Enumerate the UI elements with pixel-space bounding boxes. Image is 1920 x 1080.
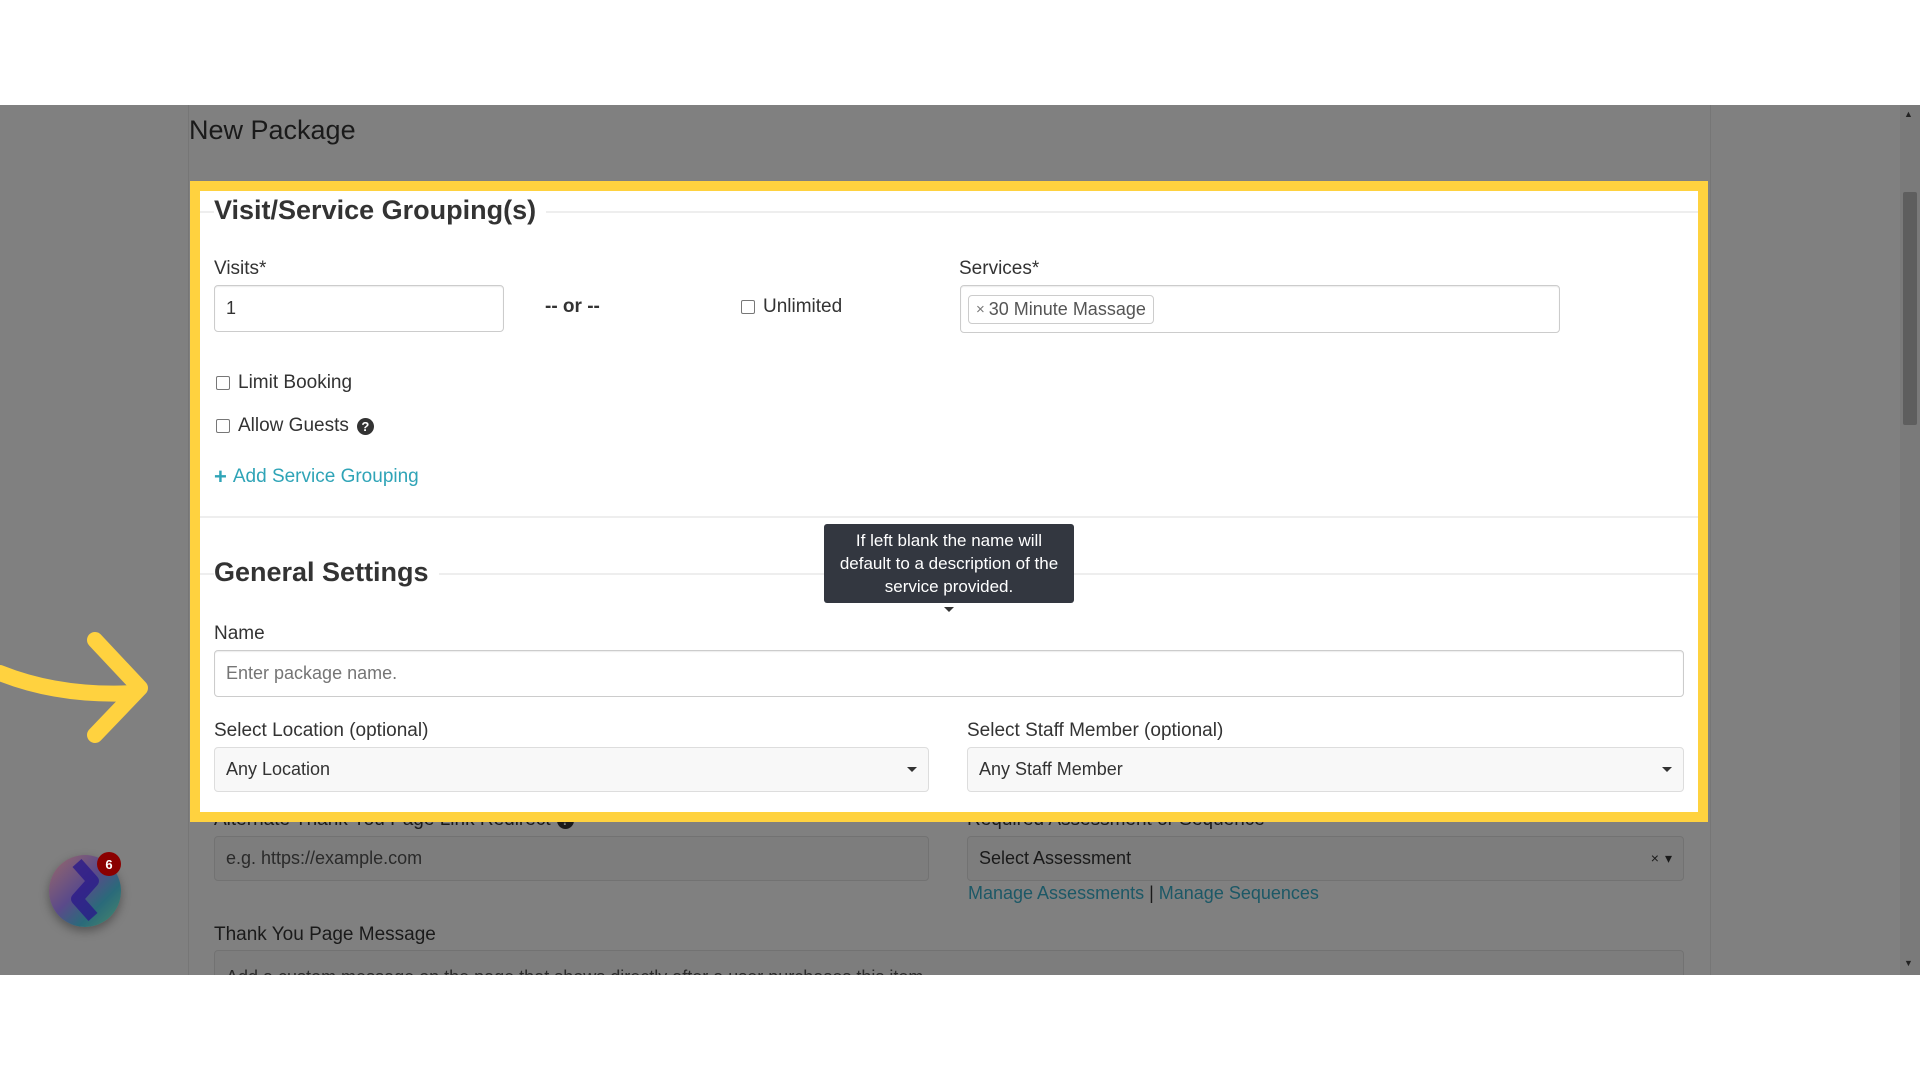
limit-booking-checkbox-row[interactable]: Limit Booking: [216, 372, 352, 394]
manage-sequences-link[interactable]: Manage Sequences: [1159, 883, 1319, 904]
staff-value: Any Staff Member: [979, 759, 1123, 779]
services-label: Services*: [959, 258, 1040, 279]
thank-you-label: Thank You Page Message: [214, 924, 436, 945]
redirect-url-input[interactable]: e.g. https://example.com: [214, 836, 929, 881]
unlimited-checkbox[interactable]: [741, 300, 755, 314]
chevron-down-icon: [907, 767, 917, 772]
thank-you-textarea[interactable]: Add a custom message on the page that sh…: [214, 950, 1684, 975]
add-service-grouping-label: Add Service Grouping: [232, 466, 419, 487]
visits-input[interactable]: 1: [214, 285, 504, 332]
general-settings-heading: General Settings: [214, 557, 439, 588]
location-value: Any Location: [226, 759, 331, 779]
limit-booking-checkbox[interactable]: [216, 376, 230, 390]
services-multiselect[interactable]: × 30 Minute Massage: [960, 285, 1560, 333]
scrollbar[interactable]: ▲ ▼: [1900, 105, 1920, 975]
allow-guests-checkbox-row[interactable]: Allow Guests ?: [216, 415, 374, 437]
name-input[interactable]: [214, 650, 1684, 697]
help-icon[interactable]: ?: [356, 417, 374, 435]
clear-icon[interactable]: ×: [1651, 850, 1659, 867]
unlimited-label: Unlimited: [763, 296, 843, 317]
allow-guests-checkbox[interactable]: [216, 419, 230, 433]
service-tag-label: 30 Minute Massage: [988, 298, 1146, 319]
service-tag: × 30 Minute Massage: [968, 294, 1154, 324]
scroll-up-icon[interactable]: ▲: [1904, 109, 1913, 119]
name-tooltip: If left blank the name will default to a…: [824, 524, 1074, 603]
service-grouping-heading: Visit/Service Grouping(s): [214, 195, 547, 226]
location-label: Select Location (optional): [214, 720, 429, 741]
limit-booking-label: Limit Booking: [238, 372, 353, 393]
panel-right-edge: [1710, 105, 1711, 975]
page-title: New Package: [189, 115, 356, 145]
remove-tag-icon[interactable]: ×: [976, 301, 985, 318]
location-select[interactable]: Any Location: [214, 747, 929, 792]
link-separator: |: [1149, 883, 1154, 903]
assessment-select[interactable]: Select Assessment × ▾: [967, 836, 1684, 881]
manage-assessments-link[interactable]: Manage Assessments: [968, 883, 1144, 904]
plus-icon: +: [214, 464, 227, 489]
chevron-down-icon: [1662, 767, 1672, 772]
assessment-value: Select Assessment: [979, 848, 1132, 868]
chevron-down-icon: ▾: [1664, 850, 1672, 866]
section-divider: [200, 516, 1698, 518]
staff-select[interactable]: Any Staff Member: [967, 747, 1684, 792]
add-service-grouping-link[interactable]: + Add Service Grouping: [214, 464, 419, 490]
or-separator: -- or --: [545, 296, 600, 317]
tooltip-caret-icon: [944, 607, 954, 612]
scroll-down-icon[interactable]: ▼: [1904, 958, 1913, 968]
arrow-annotation-icon: [0, 632, 148, 743]
notification-badge: 6: [97, 852, 121, 876]
visits-label: Visits*: [214, 258, 267, 279]
allow-guests-label: Allow Guests: [238, 415, 349, 436]
panel-left-edge: [188, 105, 189, 975]
unlimited-checkbox-row[interactable]: Unlimited: [741, 296, 842, 318]
highlighted-form-section: Visit/Service Grouping(s) Visits* 1 -- o…: [190, 181, 1708, 822]
scrollbar-thumb[interactable]: [1903, 192, 1917, 425]
staff-label: Select Staff Member (optional): [967, 720, 1224, 741]
name-label: Name: [214, 623, 265, 644]
